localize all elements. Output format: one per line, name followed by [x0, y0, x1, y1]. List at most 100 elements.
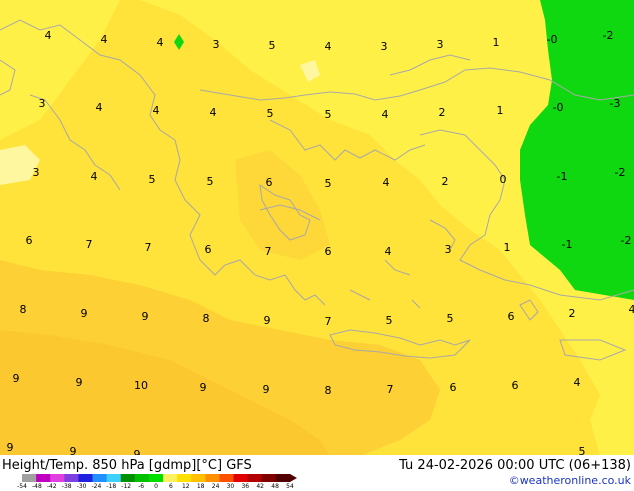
contour-value-label: 9: [264, 314, 271, 327]
temperature-map[interactable]: 444354331-0-2344455421-0-3345565420-1-26…: [0, 0, 634, 490]
contour-value-label: 5: [149, 173, 156, 186]
contour-value-label: 8: [203, 312, 210, 325]
contour-value-label: 2: [439, 106, 446, 119]
color-scale-tick-label: 18: [197, 483, 205, 490]
color-scale-tick-label: -30: [77, 483, 87, 490]
contour-value-label: 1: [497, 104, 504, 117]
color-scale-tick-label: -12: [121, 483, 131, 490]
color-scale-swatch: [219, 474, 234, 482]
contour-value-label: 4: [157, 36, 164, 49]
contour-value-label: -0: [553, 101, 564, 114]
color-scale-end-arrow: [290, 474, 297, 482]
color-scale-tick-label: 42: [256, 483, 264, 490]
valid-time: Tu 24-02-2026 00:00 UTC (06+138): [399, 458, 631, 473]
contour-value-label: 1: [504, 241, 511, 254]
contour-value-label: -0: [547, 33, 558, 46]
color-scale-tick-label: 12: [182, 483, 190, 490]
contour-value-label: 4: [629, 303, 634, 316]
color-scale-swatch: [78, 474, 93, 482]
color-scale-tick-label: -38: [62, 483, 72, 490]
contour-value-label: -2: [615, 166, 626, 179]
contour-value-label: 4: [91, 170, 98, 183]
contour-value-label: 4: [45, 29, 52, 42]
contour-value-label: 7: [325, 315, 332, 328]
color-scale-swatch: [121, 474, 136, 482]
contour-value-label: 2: [569, 307, 576, 320]
color-scale-swatch: [135, 474, 150, 482]
contour-value-label: -1: [557, 170, 568, 183]
contour-value-label: 9: [142, 310, 149, 323]
contour-value-label: 6: [205, 243, 212, 256]
color-scale-swatch: [36, 474, 51, 482]
contour-value-label: 4: [383, 176, 390, 189]
contour-value-label: 7: [145, 241, 152, 254]
color-scale-swatch: [191, 474, 206, 482]
contour-value-label: -2: [621, 234, 632, 247]
color-scale-swatch: [262, 474, 277, 482]
contour-value-label: 4: [210, 106, 217, 119]
color-scale-swatch: [50, 474, 65, 482]
contour-value-label: -1: [562, 238, 573, 251]
contour-value-label: -3: [610, 97, 621, 110]
contour-value-label: 5: [386, 314, 393, 327]
color-scale-swatch: [93, 474, 108, 482]
color-scale-swatch: [205, 474, 220, 482]
color-scale-tick-label: 24: [212, 483, 220, 490]
color-scale-tick-label: -18: [106, 483, 116, 490]
contour-value-label: 5: [267, 107, 274, 120]
color-scale-tick-label: 54: [286, 483, 294, 490]
contour-value-label: 5: [269, 39, 276, 52]
color-scale-swatch: [149, 474, 164, 482]
contour-value-label: 4: [325, 40, 332, 53]
color-scale-tick-label: 36: [241, 483, 249, 490]
color-scale-swatch: [64, 474, 79, 482]
color-scale-tick-label: -42: [47, 483, 57, 490]
contour-value-label: 3: [381, 40, 388, 53]
contour-value-label: 3: [33, 166, 40, 179]
color-scale-tick-label: 6: [169, 483, 173, 490]
contour-value-label: 1: [493, 36, 500, 49]
contour-value-label: 4: [153, 104, 160, 117]
contour-value-label: 3: [39, 97, 46, 110]
color-scale-swatch: [163, 474, 178, 482]
contour-value-label: 10: [134, 379, 148, 392]
contour-value-label: 6: [508, 310, 515, 323]
color-scale-swatch: [234, 474, 249, 482]
color-scale-tick-label: -6: [138, 483, 144, 490]
contour-value-label: 4: [574, 376, 581, 389]
contour-value-label: 2: [442, 175, 449, 188]
contour-value-label: 9: [200, 381, 207, 394]
color-scale-tick-label: 30: [227, 483, 235, 490]
color-scale-tick-label: -54: [17, 483, 27, 490]
color-scale-tick-label: 0: [154, 483, 158, 490]
color-scale-swatch: [248, 474, 263, 482]
contour-value-label: 5: [325, 177, 332, 190]
contour-value-label: 9: [76, 376, 83, 389]
contour-value-label: 7: [387, 383, 394, 396]
contour-value-label: 3: [445, 243, 452, 256]
contour-value-label: 6: [450, 381, 457, 394]
contour-value-label: 5: [447, 312, 454, 325]
contour-value-label: 0: [500, 173, 507, 186]
contour-value-label: 5: [207, 175, 214, 188]
contour-value-label: 4: [101, 33, 108, 46]
contour-value-label: 8: [325, 384, 332, 397]
contour-value-label: 6: [266, 176, 273, 189]
contour-value-label: 6: [325, 245, 332, 258]
color-scale-swatch: [107, 474, 122, 482]
contour-value-label: 3: [213, 38, 220, 51]
contour-value-label: 4: [96, 101, 103, 114]
color-scale-swatch: [276, 474, 291, 482]
contour-value-label: -2: [603, 29, 614, 42]
color-scale-swatch: [177, 474, 192, 482]
credit-link[interactable]: ©weatheronline.co.uk: [509, 474, 631, 487]
contour-value-label: 9: [263, 383, 270, 396]
contour-value-label: 4: [385, 245, 392, 258]
color-scale-swatch: [22, 474, 37, 482]
contour-value-label: 7: [265, 245, 272, 258]
contour-value-label: 9: [81, 307, 88, 320]
contour-value-label: 7: [86, 238, 93, 251]
map-title: Height/Temp. 850 hPa [gdmp][°C] GFS: [2, 458, 252, 473]
contour-value-label: 3: [437, 38, 444, 51]
color-scale-tick-label: -48: [32, 483, 42, 490]
